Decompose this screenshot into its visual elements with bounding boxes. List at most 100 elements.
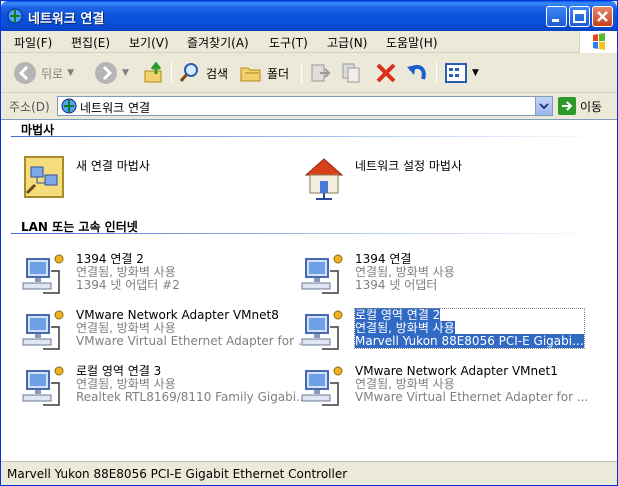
connection-text: VMware Network Adapter VMnet8 연결됨, 방화벽 사용… [76,309,309,348]
back-label: 뒤로 [41,66,64,81]
connection-text: VMware Network Adapter VMnet1 연결됨, 방화벽 사용… [355,365,588,404]
maximize-button[interactable] [569,6,590,27]
status-bar: Marvell Yukon 88E8056 PCI-E Gigabit Ethe… [1,461,617,485]
connection-text: 로컬 영역 연결 3 연결됨, 방화벽 사용 Realtek RTL8169/811… [76,365,308,404]
menu-edit[interactable]: 편집(E) [71,34,110,51]
up-folder-button[interactable] [142,60,166,86]
connection-status: 연결됨, 방화벽 사용 [76,321,176,335]
delete-button[interactable] [374,60,398,86]
connection-status: 연결됨, 방화벽 사용 [76,377,176,391]
new-connection-wizard-icon [24,156,64,198]
connection-device: Marvell Yukon 88E8056 PCI-E Gigabi... [355,334,584,348]
network-connections-icon [7,8,23,24]
connection-name: 1394 연결 2 [76,252,144,266]
views-icon [445,63,467,83]
network-adapter-icon [22,254,64,294]
search-button[interactable]: 검색 [178,60,228,86]
explorer-window: 네트워크 연결 파일(F) 편집(E) 보기(V) 즐겨찾기(A) 도구(T) … [0,0,618,486]
menu-advanced[interactable]: 고급(N) [327,34,367,51]
go-button[interactable]: 이동 [558,97,602,115]
connection-status: 연결됨, 방화벽 사용 [355,321,455,335]
network-setup-wizard-icon [304,158,344,200]
connection-text: 1394 연결 2 연결됨, 방화벽 사용 1394 넷 어댑터 #2 [76,253,180,292]
folders-button[interactable]: 폴더 [239,60,289,86]
connection-item[interactable]: 로컬 영역 연결 2 연결됨, 방화벽 사용 Marvell Yukon 88E80… [300,308,586,367]
connection-name: VMware Network Adapter VMnet8 [76,308,279,322]
close-button[interactable] [592,6,613,27]
address-value: 네트워크 연결 [80,101,151,115]
network-adapter-icon [301,254,343,294]
connection-status: 연결됨, 방화벽 사용 [76,265,176,279]
address-dropdown-button[interactable] [535,97,552,115]
up-folder-icon [144,61,162,83]
title-bar[interactable]: 네트워크 연결 [1,1,617,31]
address-label: 주소(D) [9,100,50,114]
forward-dropdown-icon[interactable]: ▼ [122,68,129,78]
menu-file[interactable]: 파일(F) [14,34,52,51]
toolbar: 뒤로 ▼ ▼ 검색 폴더 ▼ [1,54,617,93]
address-bar: 주소(D) 네트워크 연결 이동 [1,94,617,118]
forward-arrow-icon [95,62,117,84]
move-to-button[interactable] [308,60,332,86]
undo-button[interactable] [405,60,429,86]
windows-flag-icon [593,33,605,50]
search-label: 검색 [206,66,229,81]
undo-icon [407,64,426,80]
maximize-icon [573,10,586,23]
connection-device: Realtek RTL8169/8110 Family Gigabi... [76,390,308,404]
back-arrow-icon [14,62,36,84]
copy-to-button[interactable] [340,60,364,86]
network-adapter-icon [22,366,64,406]
connection-device: VMware Virtual Ethernet Adapter for ... [76,334,310,348]
back-dropdown-icon[interactable]: ▼ [67,68,74,78]
connection-device: VMware Virtual Ethernet Adapter for ... [355,390,589,404]
back-button[interactable]: 뒤로 ▼ [13,60,74,86]
minimize-icon [552,19,559,22]
connection-item[interactable]: 로컬 영역 연결 3 연결됨, 방화벽 사용 Realtek RTL8169/811… [21,365,308,423]
views-dropdown-icon[interactable]: ▼ [472,68,479,78]
search-icon [179,63,198,82]
status-text: Marvell Yukon 88E8056 PCI-E Gigabit Ethe… [7,467,348,481]
copy-to-icon [342,63,360,83]
address-input[interactable]: 네트워크 연결 [57,96,553,116]
menu-view[interactable]: 보기(V) [129,34,169,51]
connection-device: 1394 넷 어댑터 #2 [76,278,180,292]
network-adapter-icon [301,366,343,406]
new-connection-wizard[interactable]: 새 연결 마법사 [21,153,301,203]
windows-logo [579,31,617,53]
menu-favorites[interactable]: 즐겨찾기(A) [187,34,249,51]
go-arrow-icon [558,97,576,115]
window-title: 네트워크 연결 [28,12,105,27]
connection-item[interactable]: 1394 연결 2 연결됨, 방화벽 사용 1394 넷 어댑터 #2 [21,253,307,311]
network-connections-icon [61,98,77,114]
folders-label: 폴더 [267,66,290,81]
minimize-button[interactable] [546,6,567,27]
forward-button[interactable]: ▼ [94,60,129,86]
move-to-icon [311,64,331,82]
connection-device: 1394 넷 어댑터 [355,278,438,292]
connection-name: 로컬 영역 연결 2 [355,308,441,322]
connections-list: 마법사 새 연결 마법사 네트워크 설정 마법사 LAN 또는 고속 인터넷 1… [1,119,617,461]
views-button[interactable]: ▼ [444,60,479,86]
delete-icon [376,63,396,83]
connection-text: 1394 연결 연결됨, 방화벽 사용 1394 넷 어댑터 [355,253,455,292]
menu-tools[interactable]: 도구(T) [269,34,308,51]
group-divider [11,136,609,137]
connection-status: 연결됨, 방화벽 사용 [355,377,455,391]
connection-item[interactable]: VMware Network Adapter VMnet8 연결됨, 방화벽 사용… [21,309,309,367]
connection-name: 1394 연결 [355,252,412,266]
network-setup-wizard[interactable]: 네트워크 설정 마법사 [300,153,580,203]
close-icon [597,11,608,22]
folders-icon [240,67,261,82]
connection-item[interactable]: VMware Network Adapter VMnet1 연결됨, 방화벽 사용… [300,365,588,423]
network-setup-wizard-label: 네트워크 설정 마법사 [355,159,462,173]
chevron-down-icon [539,103,549,110]
menu-bar: 파일(F) 편집(E) 보기(V) 즐겨찾기(A) 도구(T) 고급(N) 도움… [1,31,617,53]
go-label: 이동 [580,99,603,114]
connection-item[interactable]: 1394 연결 연결됨, 방화벽 사용 1394 넷 어댑터 [300,253,586,311]
group-divider [11,233,609,234]
new-connection-wizard-label: 새 연결 마법사 [76,159,150,173]
connection-status: 연결됨, 방화벽 사용 [355,265,455,279]
menu-help[interactable]: 도움말(H) [386,34,438,51]
network-adapter-icon [22,310,64,350]
